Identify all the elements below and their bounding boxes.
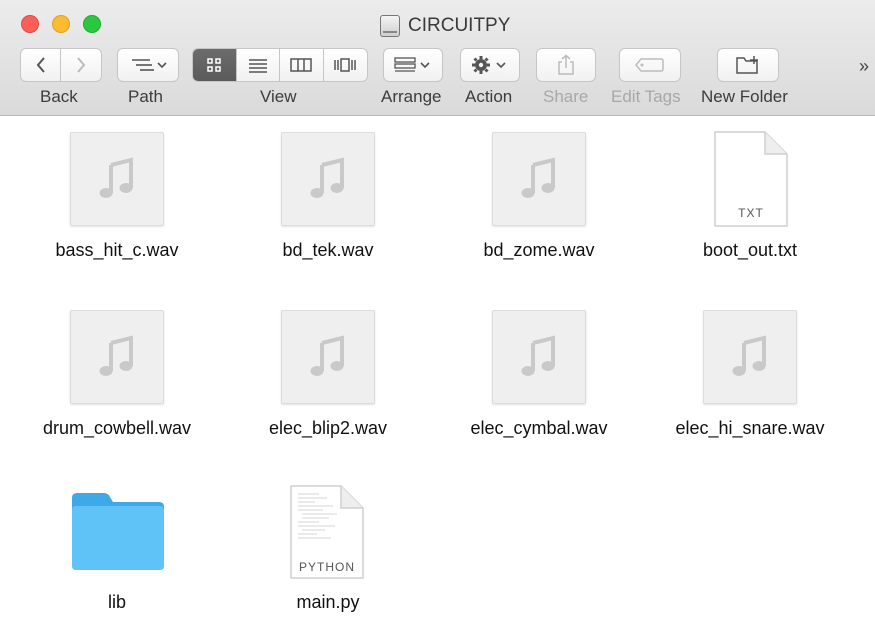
file-item[interactable]: bass_hit_c.wav — [12, 130, 222, 270]
share-label: Share — [543, 87, 589, 106]
music-note-icon — [521, 335, 555, 376]
file-item[interactable]: drum_cowbell.wav — [12, 308, 222, 448]
music-note-icon — [521, 157, 555, 198]
action-label: Action — [465, 87, 513, 106]
file-item[interactable]: PYTHON main.py — [223, 484, 433, 614]
audio-file-icon — [281, 132, 375, 226]
arrange-button[interactable] — [383, 48, 443, 82]
back-forward-control — [20, 48, 102, 82]
window-title: CIRCUITPY — [380, 13, 510, 39]
tag-icon — [635, 58, 664, 72]
file-name: boot_out.txt — [702, 240, 798, 260]
file-name: bd_tek.wav — [282, 240, 374, 260]
file-item[interactable]: elec_blip2.wav — [223, 308, 433, 448]
audio-file-icon — [492, 310, 586, 404]
path-list-icon — [132, 59, 167, 71]
audio-file-icon — [70, 310, 164, 404]
toolbar: CIRCUITPY Back Path View Arrange Action … — [0, 0, 875, 116]
share-icon — [558, 54, 574, 75]
chevron-right-icon — [77, 57, 86, 73]
close-window-button[interactable] — [21, 15, 39, 33]
audio-file-icon — [703, 310, 797, 404]
file-type-badge: TXT — [738, 206, 764, 220]
column-view-button[interactable] — [280, 49, 324, 81]
file-name: bd_zome.wav — [483, 240, 595, 260]
gear-icon — [472, 56, 506, 74]
icon-view-button[interactable] — [193, 49, 237, 81]
music-note-icon — [732, 335, 766, 376]
music-note-icon — [310, 335, 344, 376]
action-button[interactable] — [460, 48, 520, 82]
path-button[interactable] — [117, 48, 179, 82]
view-mode-control — [192, 48, 368, 82]
maximize-window-button[interactable] — [83, 15, 101, 33]
path-label: Path — [128, 87, 163, 106]
music-note-icon — [99, 157, 133, 198]
columns-icon — [290, 58, 312, 72]
folder-icon — [72, 493, 164, 570]
grid-icon — [207, 58, 221, 72]
minimize-window-button[interactable] — [52, 15, 70, 33]
finder-window: CIRCUITPY Back Path View Arrange Action … — [0, 0, 875, 617]
share-button[interactable] — [536, 48, 596, 82]
file-type-badge: PYTHON — [298, 560, 355, 574]
file-item[interactable]: bd_zome.wav — [434, 130, 644, 270]
folder-item[interactable]: lib — [12, 484, 222, 614]
window-title-text: CIRCUITPY — [408, 15, 511, 36]
file-item[interactable]: elec_cymbal.wav — [434, 308, 644, 448]
file-name: bass_hit_c.wav — [55, 240, 179, 260]
cover-flow-view-button[interactable] — [324, 49, 367, 81]
file-name: elec_cymbal.wav — [470, 418, 608, 438]
file-name: elec_blip2.wav — [268, 418, 388, 438]
arrange-label: Arrange — [381, 87, 442, 106]
arrange-icon — [394, 57, 430, 72]
audio-file-icon — [492, 132, 586, 226]
file-name: drum_cowbell.wav — [42, 418, 192, 438]
edit-tags-label: Edit Tags — [611, 87, 681, 106]
file-name: main.py — [296, 592, 360, 612]
forward-button[interactable] — [61, 49, 101, 81]
edit-tags-button[interactable] — [619, 48, 681, 82]
file-item[interactable]: TXT boot_out.txt — [645, 130, 855, 270]
back-button[interactable] — [21, 49, 62, 81]
new-folder-button[interactable] — [717, 48, 779, 82]
cover-flow-icon — [334, 58, 356, 72]
new-folder-icon — [736, 56, 758, 74]
file-name: lib — [107, 592, 126, 612]
music-note-icon — [310, 157, 344, 198]
toolbar-overflow-button[interactable]: » — [859, 56, 869, 77]
back-label: Back — [40, 87, 78, 106]
list-icon — [248, 59, 267, 73]
file-name: elec_hi_snare.wav — [675, 418, 825, 438]
view-label: View — [260, 87, 297, 106]
drive-icon — [380, 15, 400, 37]
file-item[interactable]: elec_hi_snare.wav — [645, 308, 855, 448]
audio-file-icon — [281, 310, 375, 404]
chevron-left-icon — [36, 57, 45, 73]
new-folder-label: New Folder — [701, 87, 788, 106]
list-view-button[interactable] — [237, 49, 280, 81]
file-item[interactable]: bd_tek.wav — [223, 130, 433, 270]
audio-file-icon — [70, 132, 164, 226]
music-note-icon — [99, 335, 133, 376]
